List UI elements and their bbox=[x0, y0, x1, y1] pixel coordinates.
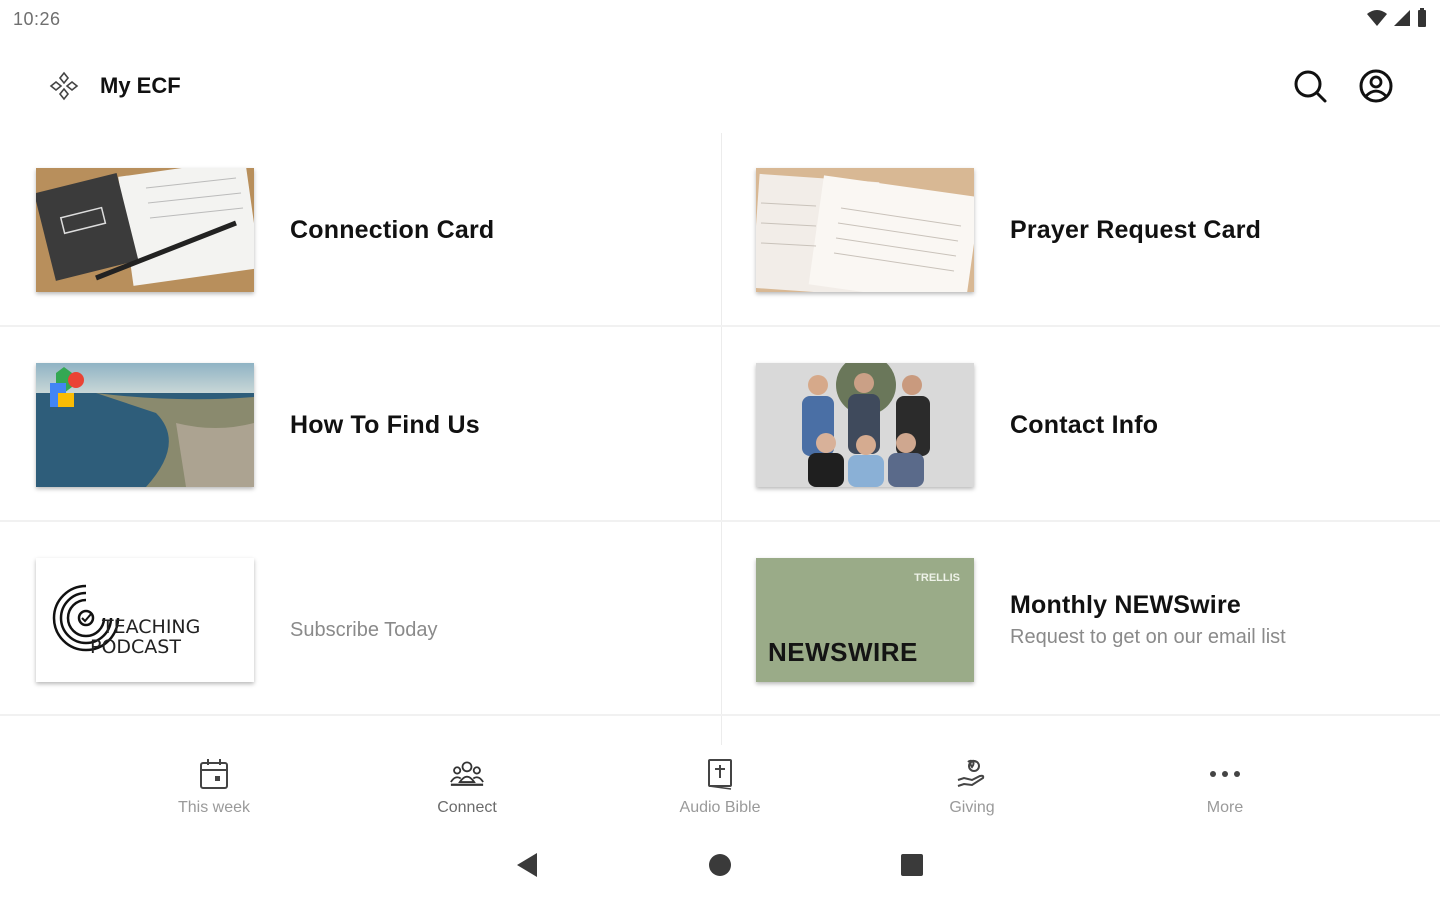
nav-label: More bbox=[1206, 799, 1244, 816]
nav-label: Giving bbox=[949, 799, 995, 816]
system-nav-bar bbox=[0, 836, 1440, 900]
card-contact-info[interactable]: Contact Info bbox=[720, 328, 1440, 522]
card-connection-card[interactable]: Connection Card bbox=[0, 133, 720, 327]
nav-this-week[interactable]: This week bbox=[134, 757, 294, 827]
card-subtitle: Request to get on our email list bbox=[1010, 626, 1286, 648]
card-prayer-request[interactable]: Prayer Request Card bbox=[720, 133, 1440, 327]
battery-icon bbox=[1418, 8, 1426, 27]
card-title: Connection Card bbox=[290, 215, 495, 244]
group-icon bbox=[450, 757, 484, 791]
newswire-graphic: TRELLIS NEWSWIRE bbox=[756, 558, 974, 682]
nav-connect[interactable]: Connect bbox=[387, 757, 547, 827]
card-text: Monthly NEWSwire Request to get on our e… bbox=[1010, 523, 1286, 717]
aerial-map-photo bbox=[36, 363, 254, 487]
card-text: Subscribe Today bbox=[290, 523, 438, 717]
giving-hand-icon bbox=[955, 757, 989, 791]
calendar-icon bbox=[197, 757, 231, 791]
status-time: 10:26 bbox=[13, 9, 61, 29]
card-text: Contact Info bbox=[1010, 328, 1158, 522]
bible-icon bbox=[703, 757, 737, 791]
podcast-logo-text-1: TEACHING bbox=[102, 616, 201, 638]
signal-icon bbox=[1394, 10, 1410, 26]
card-how-to-find-us[interactable]: How To Find Us bbox=[0, 328, 720, 522]
wifi-icon bbox=[1367, 10, 1387, 26]
ecf-logo-icon bbox=[49, 71, 79, 101]
prayer-card-photo bbox=[756, 168, 974, 292]
card-grid: Connection Card Prayer Request Card How … bbox=[0, 133, 1440, 745]
bottom-nav: This week Connect Audio Bible Giving Mor… bbox=[0, 745, 1440, 833]
card-text: Prayer Request Card bbox=[1010, 133, 1261, 327]
nav-audio-bible[interactable]: Audio Bible bbox=[640, 757, 800, 827]
status-icons bbox=[1366, 8, 1428, 28]
card-text: Connection Card bbox=[290, 133, 494, 327]
nav-giving[interactable]: Giving bbox=[892, 757, 1052, 827]
home-icon[interactable] bbox=[708, 853, 732, 877]
app-bar: My ECF bbox=[0, 50, 1440, 122]
staff-group-photo bbox=[756, 363, 974, 487]
card-title: Prayer Request Card bbox=[1010, 215, 1262, 244]
card-subtitle: Subscribe Today bbox=[290, 618, 438, 641]
nav-label: Connect bbox=[437, 799, 497, 816]
status-bar: 10:26 bbox=[0, 0, 1440, 40]
trellis-logo-text: TRELLIS bbox=[914, 572, 960, 584]
card-text: How To Find Us bbox=[290, 328, 480, 522]
podcast-logo-text-2: PODCAST bbox=[90, 636, 181, 658]
recents-icon[interactable] bbox=[900, 853, 924, 877]
account-circle-icon[interactable] bbox=[1356, 66, 1396, 106]
app-title: My ECF bbox=[100, 73, 181, 98]
card-title: Monthly NEWSwire bbox=[1010, 591, 1241, 619]
search-icon[interactable] bbox=[1290, 66, 1330, 106]
connection-card-photo bbox=[36, 168, 254, 292]
nav-label: Audio Bible bbox=[679, 799, 761, 816]
newswire-logo-text: NEWSWIRE bbox=[768, 637, 918, 667]
teaching-podcast-logo: TEACHING PODCAST bbox=[36, 558, 254, 682]
card-title: Contact Info bbox=[1010, 410, 1159, 439]
more-dots-icon bbox=[1208, 757, 1242, 791]
card-title: How To Find Us bbox=[290, 410, 480, 439]
back-icon[interactable] bbox=[515, 852, 539, 878]
nav-label: This week bbox=[177, 799, 251, 816]
card-monthly-newswire[interactable]: TRELLIS NEWSWIRE Monthly NEWSwire Reques… bbox=[720, 523, 1440, 717]
nav-more[interactable]: More bbox=[1145, 757, 1305, 827]
card-teaching-podcast[interactable]: TEACHING PODCAST Subscribe Today bbox=[0, 523, 720, 717]
